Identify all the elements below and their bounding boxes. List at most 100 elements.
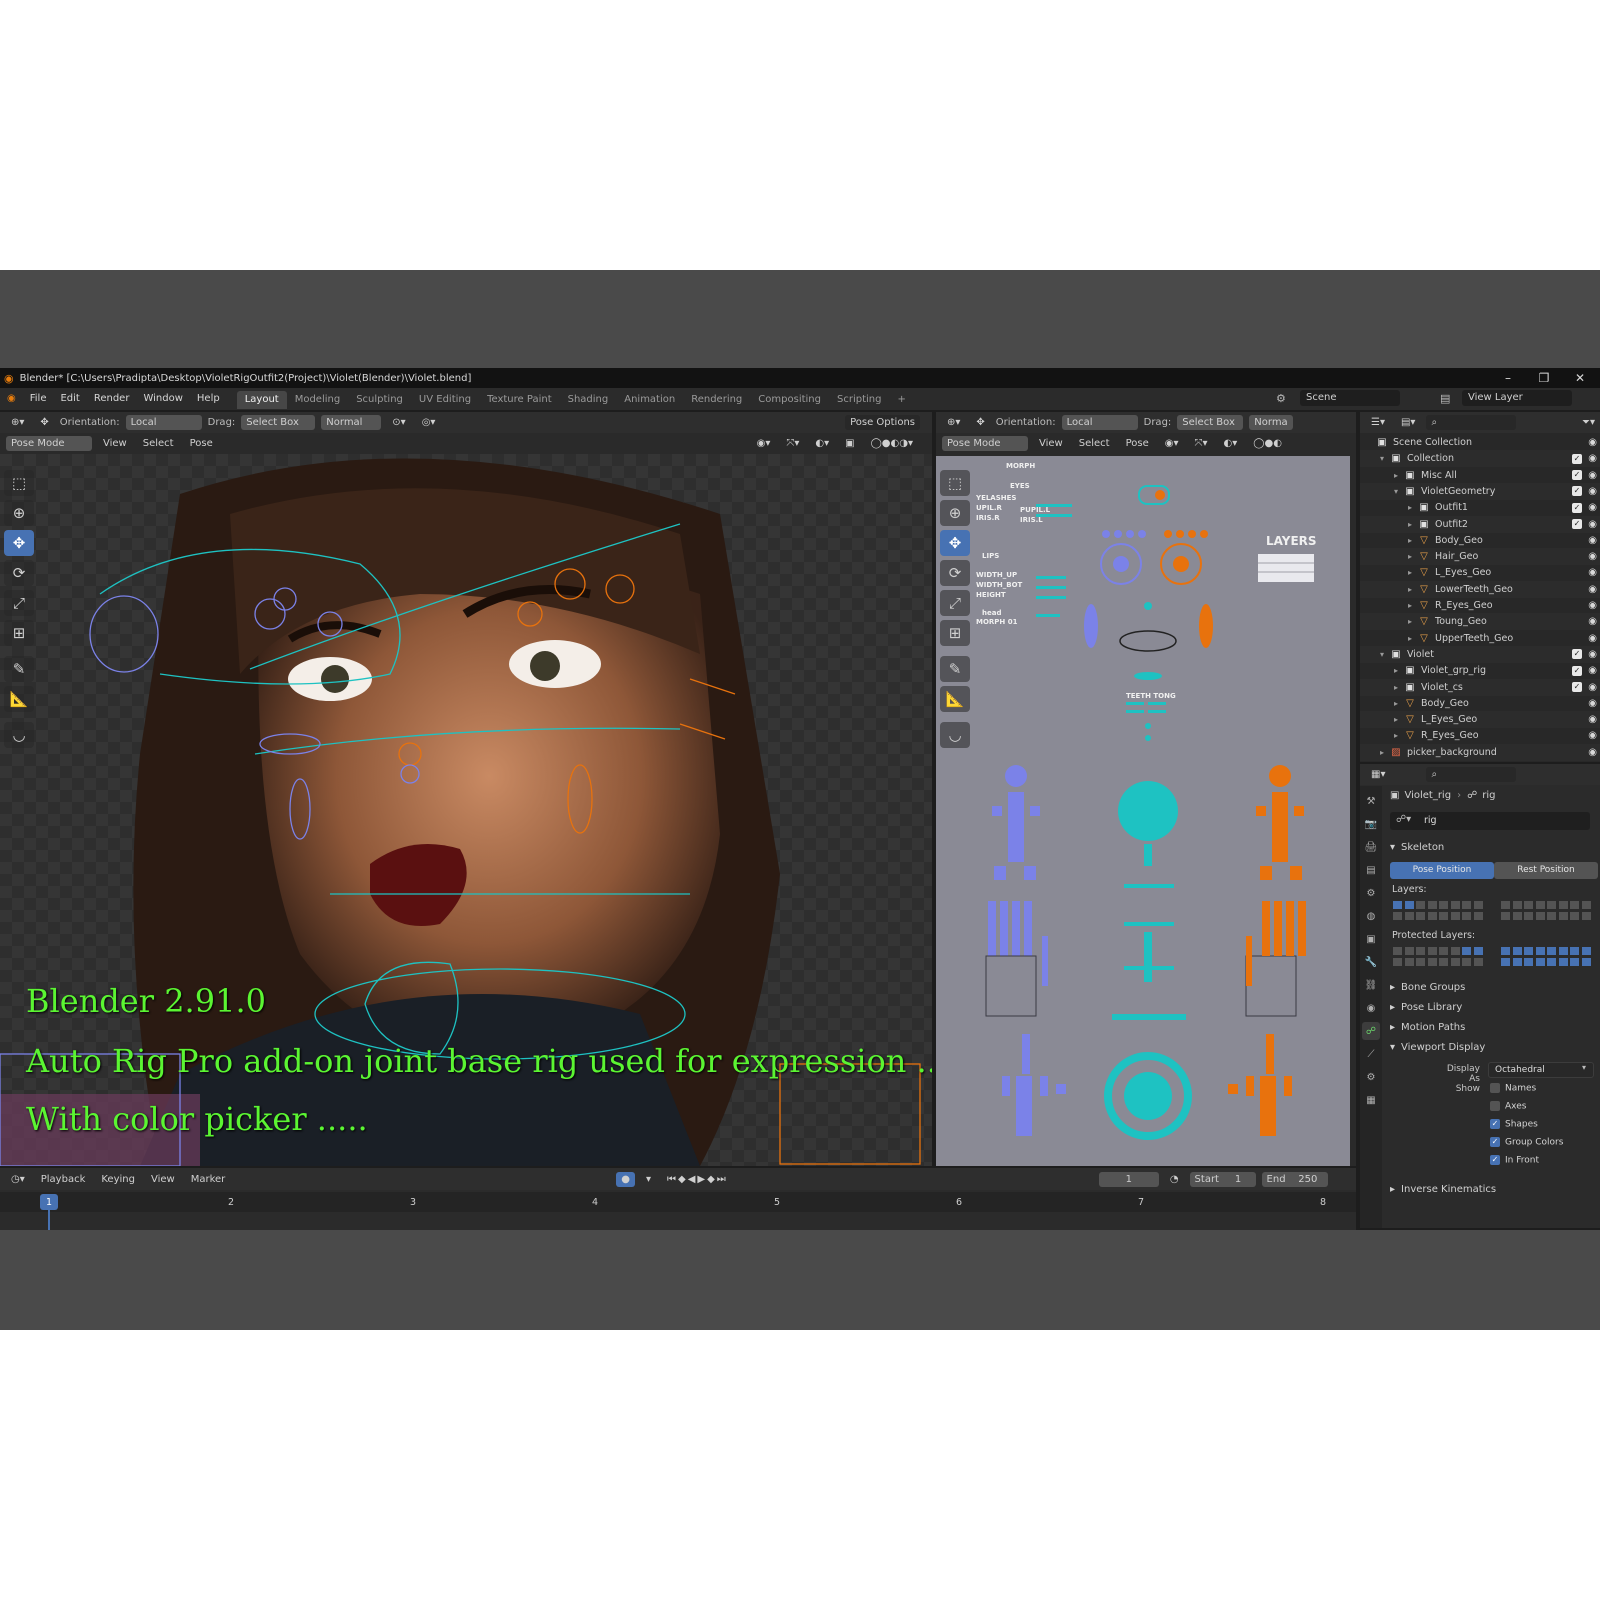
keying-dropdown-icon[interactable]: ▾: [641, 1172, 656, 1187]
exclude-checkbox[interactable]: ✓: [1572, 682, 1582, 692]
close-button[interactable]: ✕: [1562, 368, 1598, 388]
layer-button[interactable]: [1569, 957, 1580, 967]
menu-window[interactable]: Window: [136, 388, 189, 410]
tab-compositing[interactable]: Compositing: [750, 391, 829, 409]
display-mode-icon[interactable]: ▤▾: [1396, 415, 1420, 430]
properties-search-icon[interactable]: ⌕: [1426, 767, 1517, 782]
auto-keying-icon[interactable]: ●: [616, 1171, 636, 1187]
exclude-checkbox[interactable]: ✓: [1572, 470, 1582, 481]
layer-button[interactable]: [1472, 911, 1484, 921]
layer-button[interactable]: [1523, 957, 1534, 967]
eye-icon[interactable]: ◉: [1588, 633, 1597, 644]
outliner-row[interactable]: ▾ ▣ Collection ✓ ◉: [1360, 450, 1600, 468]
picker-cursor-tool-icon[interactable]: ⊕: [940, 500, 970, 526]
outliner-row[interactable]: ▸ ▽ UpperTeeth_Geo ◉: [1360, 630, 1600, 647]
picker-overlay-icon[interactable]: ◐▾: [1219, 436, 1243, 451]
layer-button[interactable]: [1449, 911, 1461, 921]
tab-modeling[interactable]: Modeling: [287, 391, 349, 409]
shading-modes-icon[interactable]: ◯●◐◑▾: [866, 436, 918, 451]
picker-editor-type-icon[interactable]: ⊕▾: [942, 415, 965, 430]
eye-icon[interactable]: ◉: [1588, 535, 1597, 546]
eye-icon[interactable]: ◉: [1588, 519, 1597, 530]
expand-arrow-icon[interactable]: ▸: [1380, 748, 1390, 757]
clock-icon[interactable]: ◔: [1165, 1172, 1184, 1187]
eye-icon[interactable]: ◉: [1588, 551, 1597, 562]
layer-button[interactable]: [1415, 900, 1426, 910]
tab-rendering[interactable]: Rendering: [683, 391, 750, 409]
pivot-dropdown[interactable]: Normal: [321, 415, 382, 430]
drag-dropdown[interactable]: Select Box: [241, 415, 316, 430]
armature-data-tab-icon[interactable]: ☍: [1362, 1022, 1380, 1040]
names-checkbox[interactable]: Names: [1490, 1083, 1536, 1094]
tab-shading[interactable]: Shading: [560, 391, 617, 409]
viewport-menu-pose[interactable]: Pose: [185, 436, 218, 451]
cursor-tool-icon[interactable]: ⊕: [4, 500, 34, 526]
snap-icon[interactable]: ⊙▾: [387, 415, 410, 430]
playback-controls-icon[interactable]: ⏮◆◀▶◆⏭: [662, 1172, 733, 1187]
timeline-type-icon[interactable]: ◷▾: [6, 1172, 30, 1187]
layer-button[interactable]: [1534, 957, 1546, 967]
layer-button[interactable]: [1580, 911, 1592, 921]
expand-arrow-icon[interactable]: ▸: [1394, 731, 1404, 740]
picker-menu-view[interactable]: View: [1034, 436, 1068, 451]
layer-button[interactable]: [1580, 946, 1592, 956]
expand-arrow-icon[interactable]: ▸: [1394, 471, 1404, 480]
bone-groups-panel[interactable]: ▸ Bone Groups: [1384, 978, 1600, 997]
outliner-row[interactable]: ▸ ▽ Body_Geo ◉: [1360, 695, 1600, 712]
xray-icon[interactable]: ▣: [840, 436, 859, 451]
axes-checkbox[interactable]: Axes: [1490, 1101, 1526, 1112]
layer-button[interactable]: [1449, 900, 1461, 910]
outliner-row[interactable]: ▣ Scene Collection ◉: [1360, 434, 1600, 451]
layer-button[interactable]: [1403, 957, 1415, 967]
layer-button[interactable]: [1461, 946, 1472, 956]
layer-button[interactable]: [1426, 900, 1438, 910]
picker-viewport[interactable]: ⊕▾ ✥ Orientation: Local Drag: Select Box…: [936, 412, 1356, 1166]
armature-data-field[interactable]: rig: [1390, 812, 1590, 830]
object-tab-icon[interactable]: ▣: [1362, 930, 1380, 948]
eye-icon[interactable]: ◉: [1588, 584, 1597, 595]
axes-checkbox-box[interactable]: [1490, 1101, 1500, 1111]
picker-measure-tool-icon[interactable]: 📐: [940, 686, 970, 712]
orientation-dropdown[interactable]: Local: [125, 415, 202, 430]
blender-menu-icon[interactable]: ◉: [0, 388, 23, 410]
eye-icon[interactable]: ◉: [1588, 600, 1597, 611]
shapes-checkbox[interactable]: ✓ Shapes: [1490, 1119, 1538, 1130]
layer-button[interactable]: [1534, 900, 1546, 910]
select-box-tool-icon[interactable]: ⬚: [4, 470, 34, 496]
rotate-tool-icon[interactable]: ⟳: [4, 560, 34, 586]
scene-tab-icon[interactable]: ⚙: [1362, 884, 1380, 902]
properties-type-icon[interactable]: ▦▾: [1366, 767, 1390, 782]
outliner-row[interactable]: ▸ ▽ LowerTeeth_Geo ◉: [1360, 580, 1600, 598]
eye-icon[interactable]: ◉: [1588, 453, 1597, 464]
world-tab-icon[interactable]: ◍: [1362, 907, 1380, 925]
picker-controls[interactable]: [936, 456, 1350, 1166]
outliner-row[interactable]: ▸ ▣ Outfit2 ✓ ◉: [1360, 515, 1600, 533]
viewport-display-panel[interactable]: ▾ Viewport Display: [1384, 1038, 1600, 1057]
expand-arrow-icon[interactable]: ▸: [1394, 683, 1404, 692]
picker-annotate-tool-icon[interactable]: ✎: [940, 656, 970, 682]
picker-rotate-tool-icon[interactable]: ⟳: [940, 560, 970, 586]
layer-button[interactable]: [1569, 946, 1580, 956]
layer-button[interactable]: [1557, 900, 1569, 910]
end-frame-field[interactable]: End 250: [1261, 1171, 1328, 1187]
outliner[interactable]: ☰▾ ▤▾ ⌕ ⏷▾ ▣ Scene Collection ◉ ▾ ▣ Collectio…: [1360, 412, 1600, 762]
expand-arrow-icon[interactable]: ▸: [1408, 601, 1418, 610]
layer-button[interactable]: [1461, 957, 1472, 967]
3d-viewport[interactable]: ⊕▾ ✥ Orientation: Local Drag: Select Box…: [0, 412, 932, 1166]
viewport-menu-view[interactable]: View: [98, 436, 132, 451]
keying-menu[interactable]: Keying: [96, 1172, 140, 1187]
filter-icon[interactable]: ⏷▾: [1577, 415, 1600, 430]
layer-button[interactable]: [1438, 946, 1449, 956]
relax-tool-icon[interactable]: ◡: [4, 722, 34, 748]
menu-help[interactable]: Help: [190, 388, 227, 410]
maximize-button[interactable]: ❐: [1526, 368, 1562, 388]
rest-position-button[interactable]: Rest Position: [1494, 862, 1598, 879]
group-colors-checkbox-box[interactable]: ✓: [1490, 1137, 1500, 1147]
layer-button[interactable]: [1472, 900, 1484, 910]
layer-button[interactable]: [1500, 900, 1511, 910]
expand-arrow-icon[interactable]: ▸: [1408, 568, 1418, 577]
layer-button[interactable]: [1392, 957, 1403, 967]
add-workspace-button[interactable]: +: [889, 391, 913, 409]
layer-button[interactable]: [1438, 900, 1449, 910]
tab-uv-editing[interactable]: UV Editing: [411, 391, 479, 409]
